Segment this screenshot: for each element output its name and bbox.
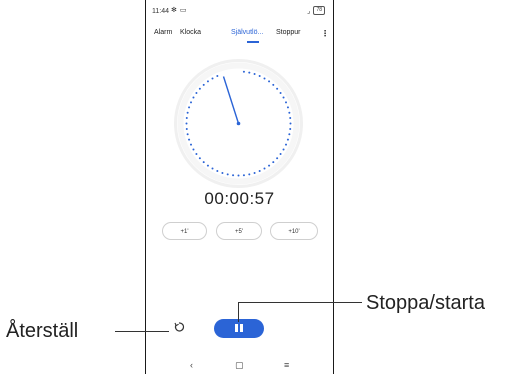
dial-dot xyxy=(242,174,245,177)
add-10-minutes-button[interactable]: +10' xyxy=(270,222,318,240)
callout-start-stop-leader xyxy=(238,302,362,303)
dial-dot xyxy=(195,91,198,94)
tab-stoppur[interactable]: Stoppur xyxy=(276,29,301,36)
dial-dot xyxy=(232,174,235,177)
dial-dot xyxy=(186,111,189,114)
dial-dot xyxy=(279,91,282,94)
dial-dot xyxy=(276,87,279,90)
dial-dot xyxy=(253,171,256,174)
system-navbar: ‹ ▢ ≡ xyxy=(146,360,333,374)
dial-dot xyxy=(198,157,201,160)
dial-dot xyxy=(289,117,292,120)
dial-dot xyxy=(206,164,209,167)
battery-icon: 78 xyxy=(313,6,325,15)
callout-reset-leader xyxy=(115,331,169,332)
dial-dot xyxy=(216,170,219,172)
tab-timer[interactable]: Självutlö... xyxy=(231,29,263,36)
dial-dot xyxy=(192,96,195,99)
gear-icon: ✻ xyxy=(171,7,177,14)
dial-dot xyxy=(286,138,289,141)
dial-dot xyxy=(248,173,251,176)
dial-dot xyxy=(221,171,224,174)
dial-dot xyxy=(237,174,240,177)
dial-dot xyxy=(258,170,261,172)
dial-dot xyxy=(279,153,282,156)
dial-dot xyxy=(253,73,256,76)
dial-dot xyxy=(202,161,205,164)
more-menu-icon[interactable]: ⋮ xyxy=(321,29,329,38)
add-1-minute-button[interactable]: +1' xyxy=(162,222,207,240)
tab-bar: Alarm Klocka Självutlö... Stoppur ⋮ xyxy=(146,29,333,45)
dial-dot xyxy=(285,143,287,146)
callout-start-stop-label: Stoppa/starta xyxy=(366,292,485,314)
dial-dot xyxy=(248,71,251,74)
dial-dot xyxy=(268,80,271,83)
dial-dot xyxy=(186,133,189,136)
dial-dot xyxy=(198,87,201,90)
status-time: 11:44 xyxy=(152,8,169,15)
status-right: ⌟ 78 xyxy=(307,6,325,15)
reset-icon[interactable] xyxy=(173,321,185,333)
timer-dial xyxy=(173,58,304,189)
dial-dot xyxy=(272,161,275,164)
tab-indicator xyxy=(247,41,259,43)
dial-dot xyxy=(185,122,188,125)
dial-dot xyxy=(190,143,192,146)
dial-dot xyxy=(282,148,285,151)
dial-dot xyxy=(289,122,292,125)
dial-dot xyxy=(285,101,287,104)
pause-icon-bar-left xyxy=(235,324,238,332)
dial-dot xyxy=(192,148,195,151)
pause-button[interactable] xyxy=(214,319,264,338)
dial-dot xyxy=(276,157,279,160)
dial-dot xyxy=(272,83,275,86)
status-bar: 11:44 ✻ ▭ ⌟ 78 xyxy=(146,6,333,20)
dial-dot xyxy=(289,127,292,130)
dial-dot xyxy=(188,138,191,141)
dial-dot xyxy=(226,173,229,176)
dial-dot xyxy=(216,75,219,77)
recents-nav-icon[interactable]: ≡ xyxy=(284,360,289,370)
callout-reset-label: Återställ xyxy=(6,320,79,342)
image-icon: ▭ xyxy=(179,7,187,14)
dial-dot xyxy=(282,96,285,99)
dial-dot xyxy=(288,111,291,114)
timer-dial-graphic xyxy=(174,59,303,188)
dial-dot xyxy=(258,75,261,77)
status-icons: ✻ ▭ xyxy=(171,6,187,14)
dial-dot xyxy=(206,80,209,83)
dial-dot xyxy=(202,83,205,86)
pause-icon-bar-right xyxy=(240,324,243,332)
add-5-minutes-button[interactable]: +5' xyxy=(216,222,262,240)
back-nav-icon[interactable]: ‹ xyxy=(190,360,193,370)
timer-display: 00:00:57 xyxy=(204,189,275,208)
signal-icon: ⌟ xyxy=(307,7,311,15)
dial-dot xyxy=(195,153,198,156)
dial-dot xyxy=(263,77,266,80)
dial-dot xyxy=(185,127,188,130)
dial-dot xyxy=(288,133,291,136)
dial-dot xyxy=(188,106,191,109)
dial-center xyxy=(236,121,241,126)
tab-alarm[interactable]: Alarm xyxy=(154,29,172,36)
dial-dot xyxy=(242,70,245,73)
dial-dot xyxy=(286,106,289,109)
dial-dot xyxy=(268,164,271,167)
dial-dot xyxy=(185,117,188,120)
dial-dot xyxy=(211,167,214,170)
callout-start-stop-vertical xyxy=(238,302,239,322)
dial-dot xyxy=(190,101,192,104)
tab-klocka[interactable]: Klocka xyxy=(180,29,201,36)
phone-screen: 11:44 ✻ ▭ ⌟ 78 Alarm Klocka Självutlö...… xyxy=(145,0,334,374)
dial-dot xyxy=(211,77,214,80)
home-nav-icon[interactable]: ▢ xyxy=(235,360,244,371)
dial-dot xyxy=(263,167,266,170)
